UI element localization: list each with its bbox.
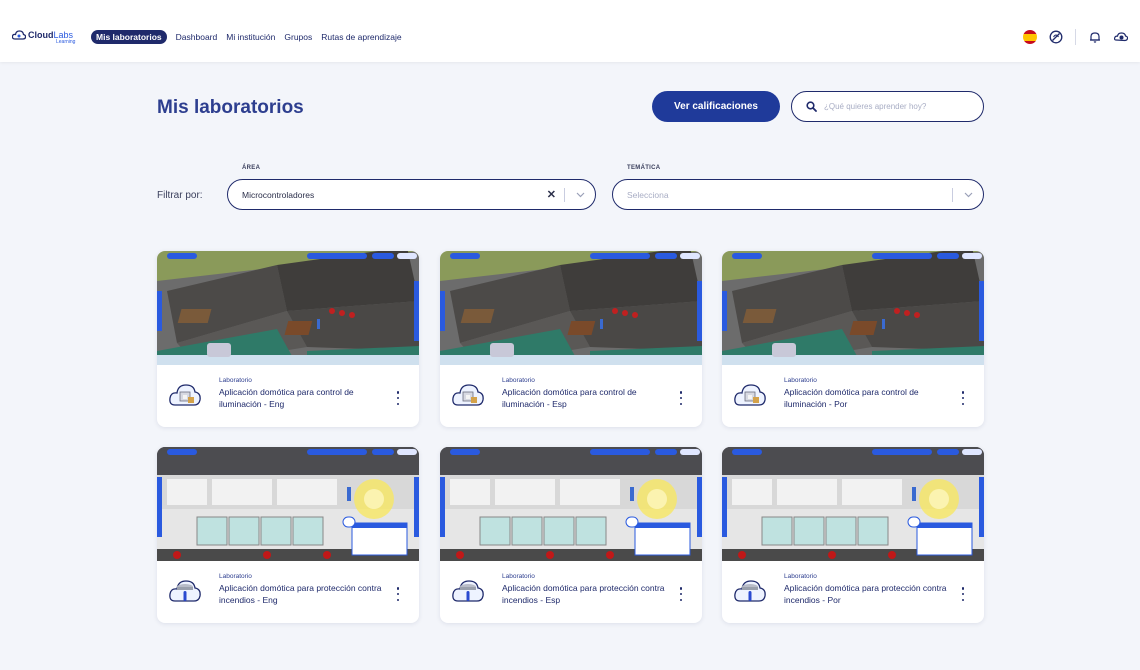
more-options-icon[interactable] [678, 587, 684, 601]
divider [1075, 29, 1076, 45]
lab-card-body: Laboratorio Aplicación domótica para con… [440, 365, 702, 427]
smoke-detector-icon [167, 573, 203, 609]
lab-type-label: Laboratorio [502, 377, 535, 384]
lab-thumbnail[interactable] [440, 251, 702, 365]
accessibility-icon[interactable] [1049, 30, 1063, 44]
lab-title[interactable]: Aplicación domótica para protección cont… [784, 583, 954, 606]
lab-card[interactable]: Laboratorio Aplicación domótica para pro… [440, 447, 702, 623]
more-options-icon[interactable] [395, 587, 401, 601]
search-box[interactable] [791, 91, 984, 122]
cloudlabs-logo[interactable]: CloudLabs Learning [12, 29, 75, 45]
lamp-module-icon [450, 377, 486, 413]
search-input[interactable] [824, 102, 964, 111]
lab-title[interactable]: Aplicación domótica para control de ilum… [219, 387, 389, 410]
lab-title[interactable]: Aplicación domótica para control de ilum… [502, 387, 672, 410]
lab-title[interactable]: Aplicación domótica para protección cont… [219, 583, 389, 606]
logo-subtitle: Learning [56, 39, 76, 45]
tematica-placeholder: Selecciona [627, 189, 669, 200]
nav-item-mis-laboratorios[interactable]: Mis laboratorios [91, 30, 167, 44]
lab-thumbnail[interactable] [440, 447, 702, 561]
lab-card[interactable]: Laboratorio Aplicación domótica para con… [157, 251, 419, 427]
page-title: Mis laboratorios [157, 97, 304, 118]
logo-wordmark: CloudLabs [28, 30, 74, 40]
lab-card-body: Laboratorio Aplicación domótica para con… [157, 365, 419, 427]
area-selected-value: Microcontroladores [242, 189, 315, 200]
chevron-down-icon[interactable] [565, 192, 595, 198]
lab-type-label: Laboratorio [219, 377, 252, 384]
lab-thumbnail[interactable] [157, 251, 419, 365]
lab-card-body: Laboratorio Aplicación domótica para pro… [722, 561, 984, 623]
lab-type-label: Laboratorio [784, 573, 817, 580]
top-right-icons [1023, 29, 1128, 45]
lab-thumbnail[interactable] [722, 251, 984, 365]
smoke-detector-icon [732, 573, 768, 609]
main-nav: Mis laboratorios Dashboard Mi institució… [91, 30, 402, 44]
filter-label: Filtrar por: [157, 190, 203, 201]
tematica-caption: TEMÁTICA [627, 165, 661, 171]
more-options-icon[interactable] [395, 391, 401, 405]
spain-flag-icon[interactable] [1023, 30, 1037, 44]
cloud-logo-icon [12, 30, 26, 40]
nav-item-grupos[interactable]: Grupos [284, 32, 312, 42]
lab-card[interactable]: Laboratorio Aplicación domótica para con… [440, 251, 702, 427]
user-avatar-icon[interactable] [1114, 30, 1128, 44]
lab-card-body: Laboratorio Aplicación domótica para pro… [440, 561, 702, 623]
nav-item-dashboard[interactable]: Dashboard [176, 32, 218, 42]
lab-title[interactable]: Aplicación domótica para control de ilum… [784, 387, 954, 410]
more-options-icon[interactable] [960, 391, 966, 405]
lab-card-body: Laboratorio Aplicación domótica para pro… [157, 561, 419, 623]
lab-card[interactable]: Laboratorio Aplicación domótica para con… [722, 251, 984, 427]
top-navigation-bar: CloudLabs Learning Mis laboratorios Dash… [0, 0, 1140, 62]
smoke-detector-icon [450, 573, 486, 609]
lab-card[interactable]: Laboratorio Aplicación domótica para pro… [722, 447, 984, 623]
tematica-select[interactable]: Selecciona [612, 179, 984, 210]
nav-item-rutas-de-aprendizaje[interactable]: Rutas de aprendizaje [321, 32, 401, 42]
search-icon [806, 101, 817, 112]
lab-title[interactable]: Aplicación domótica para protección cont… [502, 583, 672, 606]
lab-type-label: Laboratorio [502, 573, 535, 580]
bell-icon[interactable] [1088, 30, 1102, 44]
ver-calificaciones-button[interactable]: Ver calificaciones [652, 91, 780, 122]
lamp-module-icon [167, 377, 203, 413]
area-caption: ÁREA [242, 165, 261, 171]
clear-icon[interactable]: ✕ [547, 188, 556, 201]
lab-card[interactable]: Laboratorio Aplicación domótica para pro… [157, 447, 419, 623]
lab-card-body: Laboratorio Aplicación domótica para con… [722, 365, 984, 427]
lab-type-label: Laboratorio [784, 377, 817, 384]
area-select[interactable]: Microcontroladores ✕ [227, 179, 596, 210]
lab-type-label: Laboratorio [219, 573, 252, 580]
more-options-icon[interactable] [960, 587, 966, 601]
lamp-module-icon [732, 377, 768, 413]
lab-thumbnail[interactable] [722, 447, 984, 561]
nav-item-mi-institucion[interactable]: Mi institución [226, 32, 275, 42]
chevron-down-icon[interactable] [953, 192, 983, 198]
lab-thumbnail[interactable] [157, 447, 419, 561]
more-options-icon[interactable] [678, 391, 684, 405]
